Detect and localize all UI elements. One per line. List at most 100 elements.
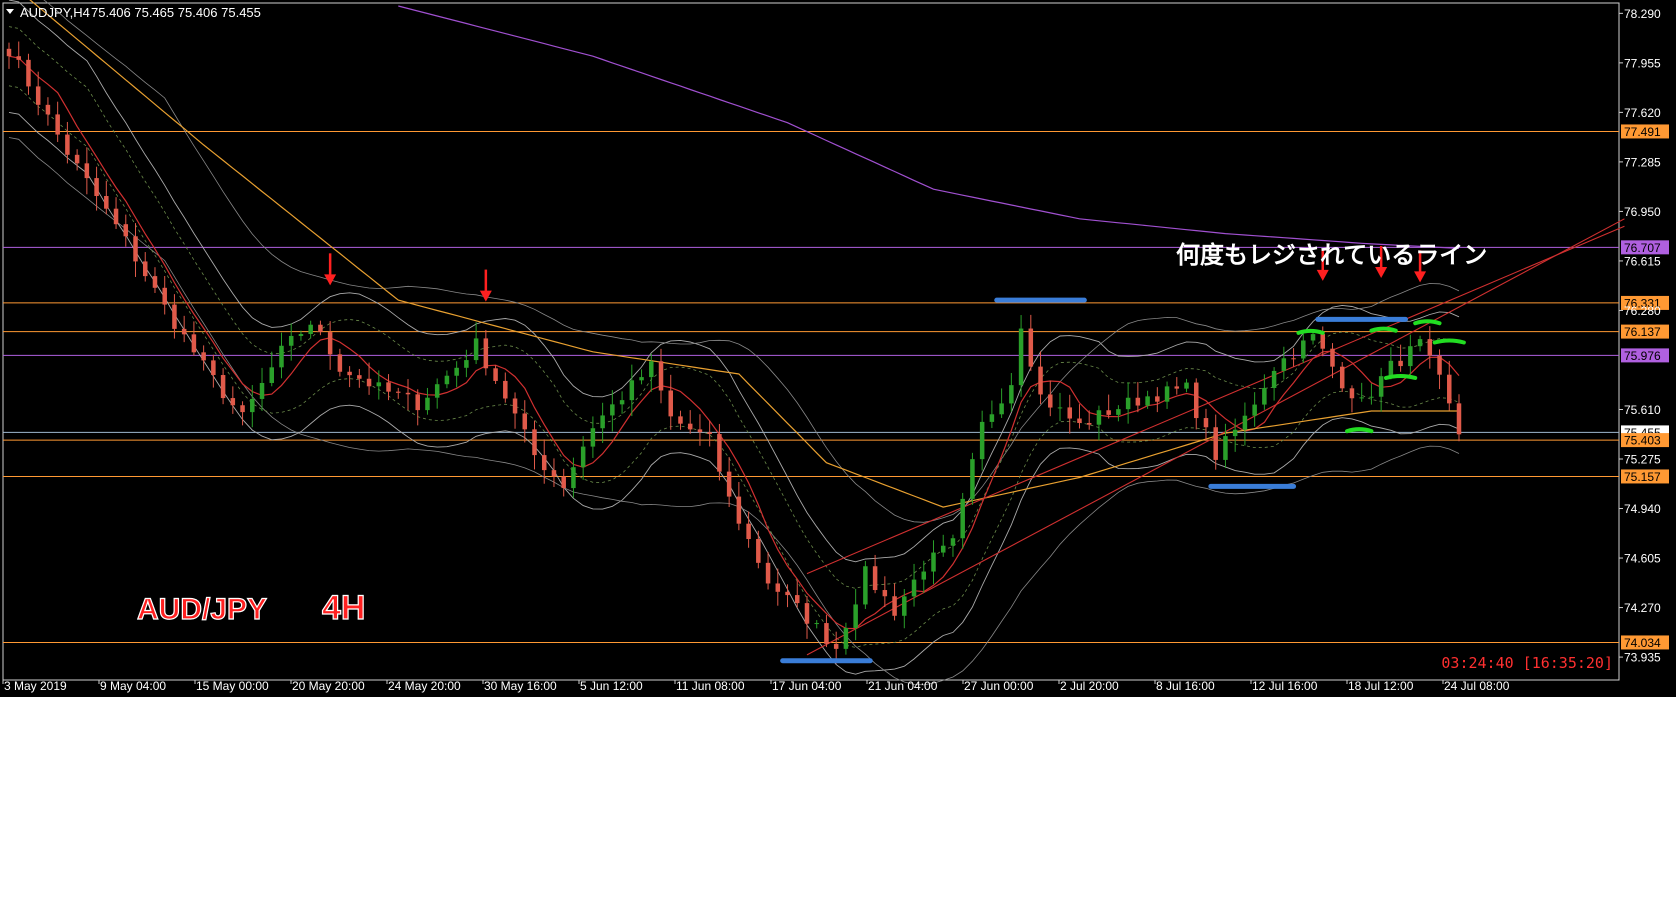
candle-body[interactable] xyxy=(1048,394,1053,408)
green-touch-mark[interactable] xyxy=(1296,328,1325,335)
chart-window[interactable]: 77.491 76.707 76.331 76.137 75.976 75.455 75.4… xyxy=(0,0,1676,697)
candle-body[interactable] xyxy=(1242,415,1248,430)
candle-body[interactable] xyxy=(298,334,304,336)
green-touch-mark[interactable] xyxy=(1413,319,1442,326)
candle-body[interactable] xyxy=(74,154,80,164)
candle-body[interactable] xyxy=(999,403,1004,415)
candle-body[interactable] xyxy=(288,335,294,346)
candle-body[interactable] xyxy=(590,428,596,447)
candle-body[interactable] xyxy=(1369,396,1374,398)
candle-body[interactable] xyxy=(639,377,644,381)
candle-body[interactable] xyxy=(911,579,917,597)
candle-body[interactable] xyxy=(386,382,391,392)
candle-body[interactable] xyxy=(824,623,829,644)
green-touch-mark[interactable] xyxy=(1384,373,1418,380)
candle-body[interactable] xyxy=(1125,397,1131,410)
candle-body[interactable] xyxy=(133,236,138,262)
candle-body[interactable] xyxy=(843,627,849,649)
candle-body[interactable] xyxy=(921,571,927,580)
candle-body[interactable] xyxy=(785,591,790,596)
candle-body[interactable] xyxy=(775,583,781,592)
candle-body[interactable] xyxy=(162,287,167,305)
candle-body[interactable] xyxy=(1417,339,1423,347)
candle-body[interactable] xyxy=(396,391,401,393)
candle-body[interactable] xyxy=(1291,358,1296,360)
candle-body[interactable] xyxy=(1018,328,1024,386)
candle-body[interactable] xyxy=(619,400,625,405)
candle-body[interactable] xyxy=(337,354,343,372)
candle-body[interactable] xyxy=(795,595,800,604)
candle-body[interactable] xyxy=(1252,404,1257,416)
candle-body[interactable] xyxy=(940,545,946,553)
candle-body[interactable] xyxy=(814,623,819,625)
candle-body[interactable] xyxy=(804,603,810,624)
candle-body[interactable] xyxy=(1028,328,1034,367)
price-chart[interactable]: 77.49176.70776.33176.13775.97675.45575.4… xyxy=(0,0,1676,697)
candle-body[interactable] xyxy=(1223,436,1228,460)
candle-body[interactable] xyxy=(979,421,985,460)
candle-body[interactable] xyxy=(259,382,265,399)
candle-body[interactable] xyxy=(503,380,508,399)
candle-body[interactable] xyxy=(55,114,60,135)
candle-body[interactable] xyxy=(960,498,965,539)
candle-body[interactable] xyxy=(1155,396,1160,402)
candle-body[interactable] xyxy=(1349,388,1355,399)
candle-body[interactable] xyxy=(882,590,888,597)
candle-body[interactable] xyxy=(571,467,576,489)
candle-body[interactable] xyxy=(16,56,21,60)
candle-body[interactable] xyxy=(746,523,751,540)
candle-body[interactable] xyxy=(142,261,148,277)
candle-body[interactable] xyxy=(726,471,732,497)
candle-body[interactable] xyxy=(279,345,284,368)
candle-body[interactable] xyxy=(473,338,479,361)
candle-body[interactable] xyxy=(610,404,615,416)
candle-body[interactable] xyxy=(1135,397,1141,406)
candle-body[interactable] xyxy=(415,394,420,411)
candle-body[interactable] xyxy=(872,566,878,591)
green-touch-mark[interactable] xyxy=(1432,338,1466,345)
candle-body[interactable] xyxy=(1437,355,1442,375)
candle-body[interactable] xyxy=(658,361,664,391)
candle-body[interactable] xyxy=(405,392,411,395)
candle-body[interactable] xyxy=(580,446,586,468)
candle-body[interactable] xyxy=(84,163,90,179)
candle-body[interactable] xyxy=(736,496,742,524)
candle-body[interactable] xyxy=(1086,422,1092,425)
candle-body[interactable] xyxy=(434,384,440,398)
candle-body[interactable] xyxy=(1232,429,1238,437)
candle-body[interactable] xyxy=(113,208,119,225)
candle-body[interactable] xyxy=(551,470,557,477)
candle-body[interactable] xyxy=(1106,410,1111,415)
candle-body[interactable] xyxy=(1213,427,1218,460)
candle-body[interactable] xyxy=(1116,409,1121,415)
candle-body[interactable] xyxy=(649,361,654,378)
candle-body[interactable] xyxy=(425,397,430,411)
candle-body[interactable] xyxy=(1339,366,1345,389)
candle-body[interactable] xyxy=(366,378,372,387)
candle-body[interactable] xyxy=(1096,410,1102,425)
candle-body[interactable] xyxy=(181,328,187,335)
candle-body[interactable] xyxy=(376,382,382,387)
candle-body[interactable] xyxy=(532,429,537,456)
candle-body[interactable] xyxy=(6,48,12,57)
candle-body[interactable] xyxy=(1057,407,1063,409)
candle-body[interactable] xyxy=(707,432,712,435)
candle-body[interactable] xyxy=(1388,360,1394,377)
candle-body[interactable] xyxy=(1447,374,1452,404)
candle-body[interactable] xyxy=(678,416,683,424)
candle-body[interactable] xyxy=(220,375,226,399)
candle-body[interactable] xyxy=(347,371,352,376)
candle-body[interactable] xyxy=(191,334,197,353)
candle-body[interactable] xyxy=(444,375,450,385)
candle-body[interactable] xyxy=(1009,385,1014,404)
candle-body[interactable] xyxy=(853,604,858,628)
candle-body[interactable] xyxy=(902,596,907,616)
candle-body[interactable] xyxy=(211,360,216,376)
candle-body[interactable] xyxy=(1456,403,1462,435)
candle-body[interactable] xyxy=(1378,376,1384,397)
candle-body[interactable] xyxy=(756,539,761,563)
candle-body[interactable] xyxy=(483,338,489,369)
candle-body[interactable] xyxy=(1271,370,1277,388)
candle-body[interactable] xyxy=(1427,339,1433,356)
candle-body[interactable] xyxy=(357,375,362,379)
